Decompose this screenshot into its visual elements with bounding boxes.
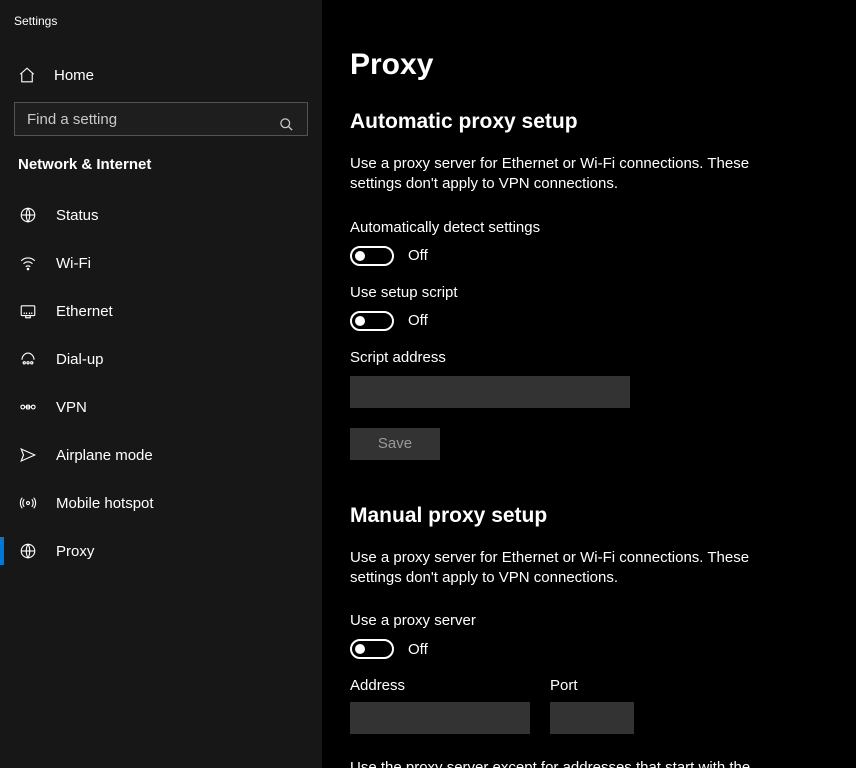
sidebar-item-label: Ethernet bbox=[56, 303, 113, 320]
page-title: Proxy bbox=[350, 48, 816, 82]
sidebar-item-status[interactable]: Status bbox=[0, 191, 322, 239]
use-proxy-toggle[interactable] bbox=[350, 639, 394, 659]
proxy-icon bbox=[18, 542, 38, 560]
sidebar-item-label: VPN bbox=[56, 399, 87, 416]
sidebar-home-label: Home bbox=[54, 67, 94, 84]
setup-script-state: Off bbox=[408, 312, 428, 329]
hotspot-icon bbox=[18, 494, 38, 512]
script-address-label: Script address bbox=[350, 349, 816, 366]
section-manual-heading: Manual proxy setup bbox=[350, 504, 816, 528]
main-panel: Proxy Automatic proxy setup Use a proxy … bbox=[322, 0, 856, 768]
setup-script-toggle[interactable] bbox=[350, 311, 394, 331]
auto-detect-state: Off bbox=[408, 247, 428, 264]
home-icon bbox=[18, 66, 36, 84]
auto-detect-label: Automatically detect settings bbox=[350, 219, 816, 236]
sidebar-item-label: Dial-up bbox=[56, 351, 104, 368]
use-proxy-state: Off bbox=[408, 641, 428, 658]
ethernet-icon bbox=[18, 302, 38, 320]
sidebar-item-label: Mobile hotspot bbox=[56, 495, 154, 512]
status-icon bbox=[18, 206, 38, 224]
sidebar-item-label: Proxy bbox=[56, 543, 94, 560]
sidebar-item-vpn[interactable]: VPN bbox=[0, 383, 322, 431]
address-label: Address bbox=[350, 677, 530, 694]
app-title: Settings bbox=[0, 10, 322, 56]
sidebar-item-dialup[interactable]: Dial-up bbox=[0, 335, 322, 383]
sidebar-item-wifi[interactable]: Wi-Fi bbox=[0, 239, 322, 287]
section-auto-desc: Use a proxy server for Ethernet or Wi-Fi… bbox=[350, 154, 780, 195]
sidebar-item-label: Airplane mode bbox=[56, 447, 153, 464]
wifi-icon bbox=[18, 254, 38, 272]
dialup-icon bbox=[18, 350, 38, 368]
sidebar-category: Network & Internet bbox=[0, 156, 322, 191]
port-label: Port bbox=[550, 677, 634, 694]
sidebar-item-label: Wi-Fi bbox=[56, 255, 91, 272]
port-input[interactable] bbox=[550, 702, 634, 734]
setup-script-label: Use setup script bbox=[350, 284, 816, 301]
script-address-input[interactable] bbox=[350, 376, 630, 408]
search-input[interactable] bbox=[14, 102, 308, 136]
sidebar: Settings Home Network & Internet Status bbox=[0, 0, 322, 768]
sidebar-nav: Status Wi-Fi Ethernet bbox=[0, 191, 322, 575]
address-input[interactable] bbox=[350, 702, 530, 734]
use-proxy-label: Use a proxy server bbox=[350, 612, 816, 629]
auto-detect-toggle[interactable] bbox=[350, 246, 394, 266]
sidebar-item-label: Status bbox=[56, 207, 99, 224]
exceptions-text: Use the proxy server except for addresse… bbox=[350, 758, 780, 768]
airplane-icon bbox=[18, 446, 38, 464]
section-manual-desc: Use a proxy server for Ethernet or Wi-Fi… bbox=[350, 548, 780, 589]
vpn-icon bbox=[18, 398, 38, 416]
save-button[interactable]: Save bbox=[350, 428, 440, 460]
sidebar-item-airplane[interactable]: Airplane mode bbox=[0, 431, 322, 479]
sidebar-home[interactable]: Home bbox=[0, 56, 322, 94]
sidebar-item-proxy[interactable]: Proxy bbox=[0, 527, 322, 575]
search-wrap bbox=[0, 94, 322, 156]
sidebar-item-ethernet[interactable]: Ethernet bbox=[0, 287, 322, 335]
sidebar-item-hotspot[interactable]: Mobile hotspot bbox=[0, 479, 322, 527]
section-auto-heading: Automatic proxy setup bbox=[350, 110, 816, 134]
